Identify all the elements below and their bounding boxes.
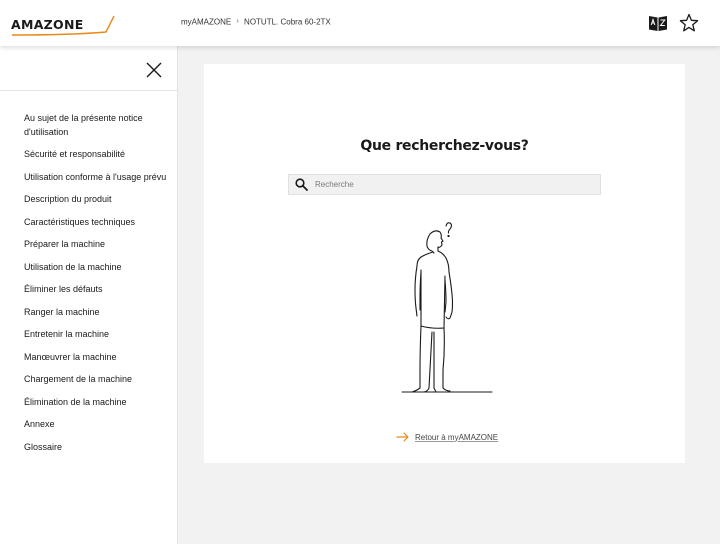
breadcrumb: myAMAZONE › NOTUTL. Cobra 60-2TX (181, 17, 331, 26)
toc-item-entretenir[interactable]: Entretenir la machine (24, 328, 172, 342)
toc-item-notice[interactable]: Au sujet de la présente notice d'utilisa… (24, 112, 172, 139)
toc-item-utilisation-conforme[interactable]: Utilisation conforme à l'usage prévu (24, 171, 172, 185)
toc-item-ranger[interactable]: Ranger la machine (24, 306, 172, 320)
search-card: Que recherchez-vous? Recherche Retour à … (204, 64, 685, 463)
page-title: Que recherchez-vous? (360, 138, 529, 154)
arrow-right-icon (396, 432, 409, 442)
person-thinking-illustration (396, 220, 496, 396)
search-icon[interactable] (295, 178, 309, 192)
breadcrumb-separator: › (236, 18, 239, 26)
page-edge (712, 46, 720, 544)
toc-list: Au sujet de la présente notice d'utilisa… (24, 112, 172, 463)
logo-text: AMAZONE (11, 17, 84, 32)
breadcrumb-root[interactable]: myAMAZONE (181, 17, 231, 26)
back-to-myamazone-link[interactable]: Retour à myAMAZONE (396, 432, 498, 442)
toc-sidebar: Au sujet de la présente notice d'utilisa… (0, 46, 178, 544)
back-link-label: Retour à myAMAZONE (415, 432, 499, 442)
toc-item-securite[interactable]: Sécurité et responsabilité (24, 148, 172, 162)
amazone-logo[interactable]: AMAZONE (11, 13, 119, 37)
sidebar-header (0, 46, 177, 91)
top-header: AMAZONE myAMAZONE › NOTUTL. Cobra 60-2TX (0, 0, 720, 46)
toc-item-description[interactable]: Description du produit (24, 193, 172, 207)
star-icon[interactable] (678, 12, 700, 34)
toc-item-elimination[interactable]: Élimination de la machine (24, 396, 172, 410)
search-box[interactable] (288, 174, 601, 195)
toc-item-preparer[interactable]: Préparer la machine (24, 238, 172, 252)
toc-item-utilisation[interactable]: Utilisation de la machine (24, 261, 172, 275)
breadcrumb-current: NOTUTL. Cobra 60-2TX (244, 17, 331, 27)
close-icon[interactable] (145, 61, 163, 79)
toc-item-glossaire[interactable]: Glossaire (24, 441, 172, 455)
search-input[interactable] (315, 180, 595, 189)
dictionary-icon[interactable] (647, 12, 669, 34)
toc-item-chargement[interactable]: Chargement de la machine (24, 373, 172, 387)
toc-item-defauts[interactable]: Éliminer les défauts (24, 283, 172, 297)
toc-item-manoeuvrer[interactable]: Manœuvrer la machine (24, 351, 172, 365)
toc-item-caracteristiques[interactable]: Caractéristiques techniques (24, 216, 172, 230)
toc-item-annexe[interactable]: Annexe (24, 418, 172, 432)
